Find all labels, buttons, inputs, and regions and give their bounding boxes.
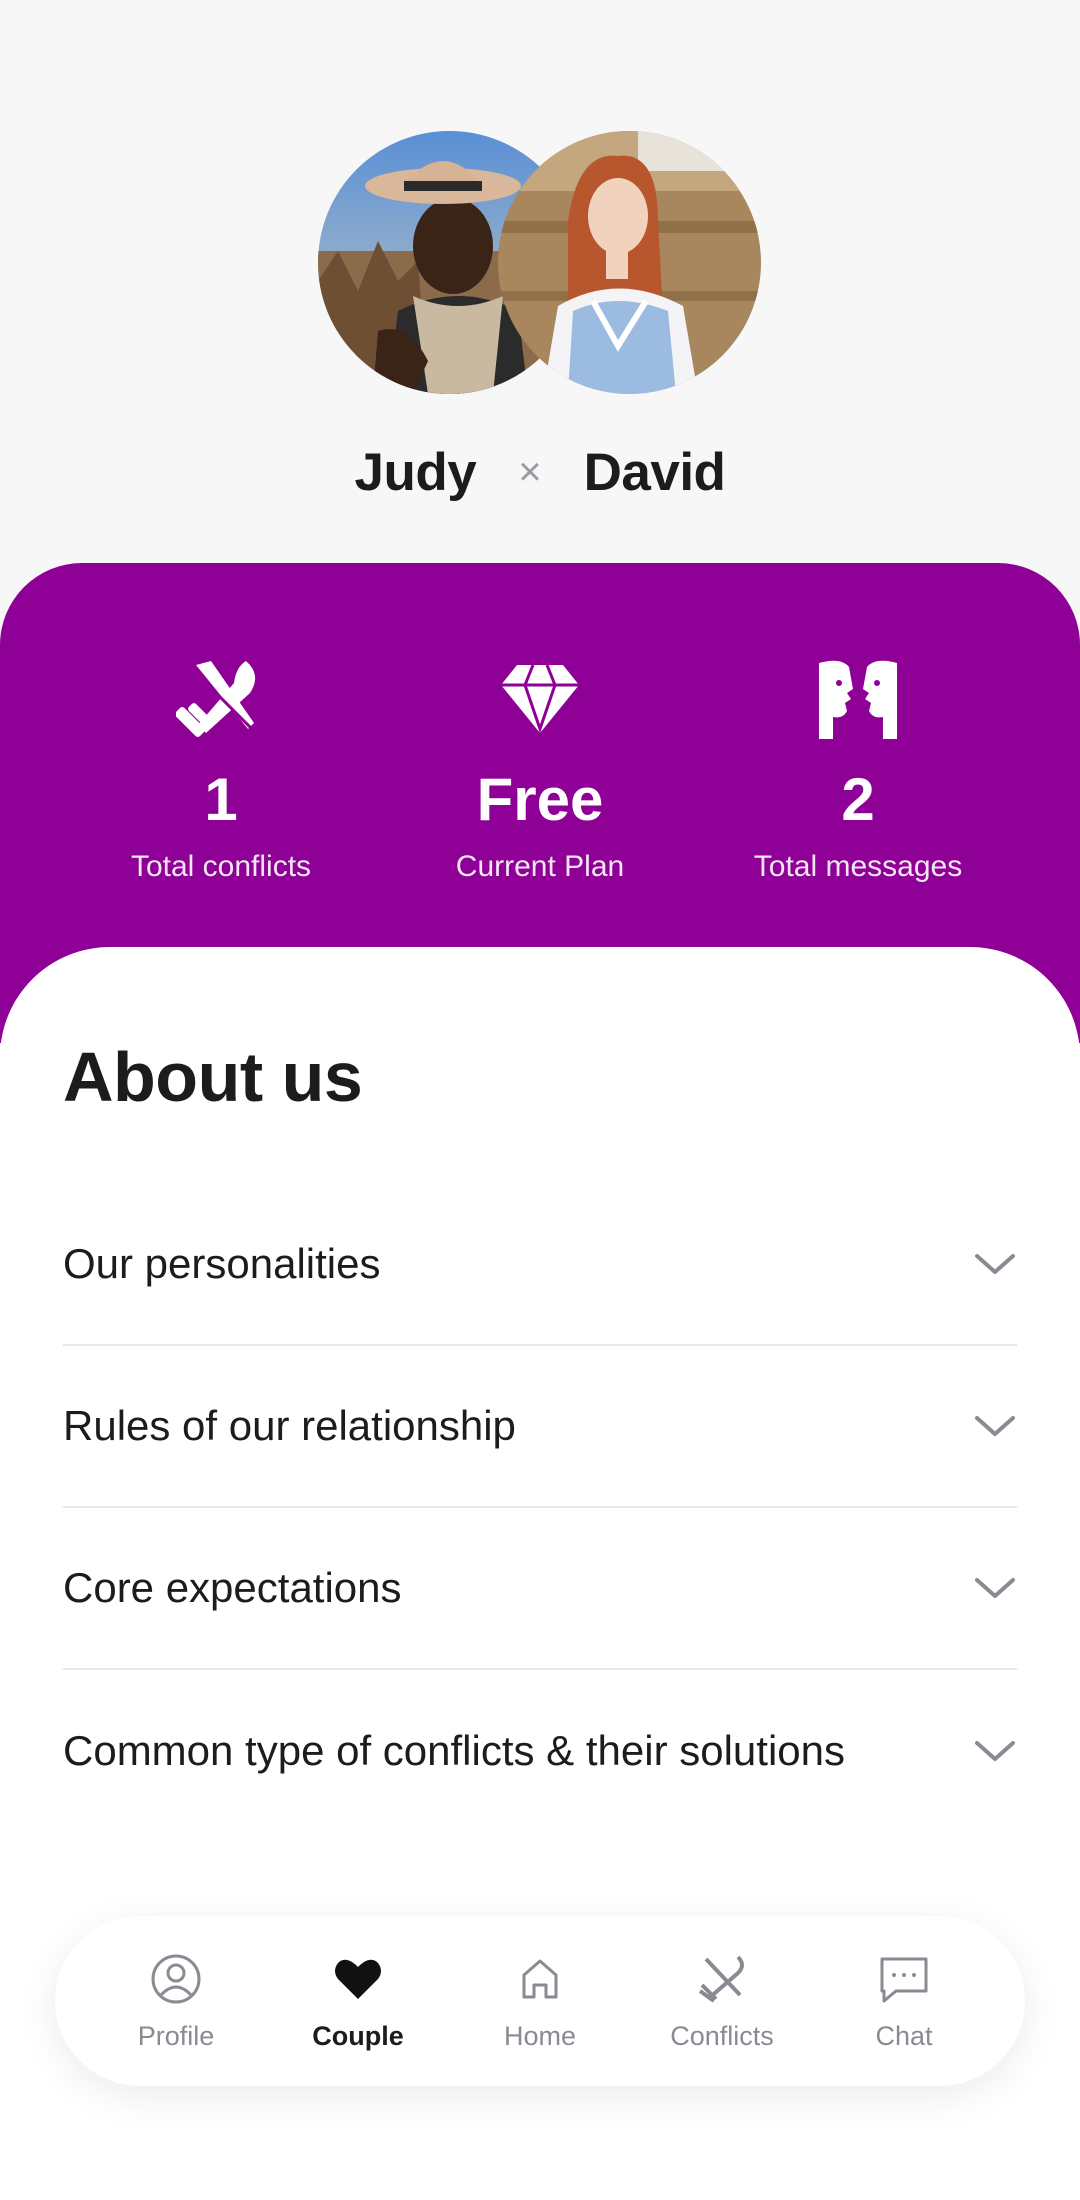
accordion-item-label: Core expectations <box>63 1564 402 1611</box>
couple-screen: Judy × David 1 Total conflicts Free Curr… <box>0 0 1080 2200</box>
stat-label: Total conflicts <box>130 850 312 883</box>
crossed-swords-icon <box>176 661 262 739</box>
diamond-icon <box>501 664 579 734</box>
chevron-down-icon <box>975 1416 1015 1436</box>
stat-value: 2 <box>841 766 875 833</box>
tab-label: Couple <box>312 2020 404 2051</box>
partner-one-name: Judy <box>354 442 477 502</box>
about-accordion: Our personalities Rules of our relations… <box>63 1184 1017 1832</box>
person-circle-icon <box>151 1954 201 2003</box>
tab-label: Profile <box>137 2020 215 2051</box>
partner-two-name: David <box>583 442 726 502</box>
tab-label: Conflicts <box>670 2020 774 2051</box>
stat-label: Total messages <box>753 850 963 883</box>
tab-home[interactable]: Home <box>460 1951 620 2052</box>
couple-names: Judy × David <box>0 432 1080 512</box>
tab-chat[interactable]: Chat <box>824 1951 984 2052</box>
about-title: About us <box>63 1038 363 1116</box>
tab-label: Home <box>503 2020 577 2051</box>
home-icon <box>522 1959 558 1998</box>
accordion-item-rules[interactable]: Rules of our relationship <box>63 1346 1017 1508</box>
chevron-down-icon <box>975 1254 1015 1274</box>
tab-label: Chat <box>875 2020 933 2051</box>
chevron-down-icon <box>975 1741 1015 1761</box>
accordion-item-label: Our personalities <box>63 1240 381 1287</box>
accordion-item-expectations[interactable]: Core expectations <box>63 1508 1017 1670</box>
stat-total-messages[interactable]: 2 Total messages <box>688 653 1028 887</box>
stat-current-plan[interactable]: Free Current Plan <box>370 653 710 887</box>
tab-couple[interactable]: Couple <box>278 1951 438 2052</box>
accordion-item-label: Rules of our relationship <box>63 1402 516 1449</box>
accordion-item-label: Common type of conflicts & their solutio… <box>63 1727 846 1774</box>
avatar-partner-two[interactable] <box>498 131 761 394</box>
accordion-item-personalities[interactable]: Our personalities <box>63 1184 1017 1346</box>
tab-conflicts[interactable]: Conflicts <box>642 1951 802 2052</box>
stat-label: Current Plan <box>455 850 625 883</box>
accordion-item-conflicts[interactable]: Common type of conflicts & their solutio… <box>63 1670 1017 1832</box>
chevron-down-icon <box>975 1578 1015 1598</box>
tab-profile[interactable]: Profile <box>96 1951 256 2052</box>
chat-bubble-icon <box>880 1957 928 2002</box>
crossed-swords-icon <box>698 1955 744 2003</box>
stat-value: 1 <box>204 766 238 833</box>
couple-avatars <box>0 131 1080 396</box>
faces-talking-icon <box>819 660 897 739</box>
avatar-photo-two <box>498 131 761 394</box>
times-separator: × <box>518 449 542 494</box>
stat-total-conflicts[interactable]: 1 Total conflicts <box>51 653 391 887</box>
stat-value: Free <box>476 766 604 833</box>
bottom-tab-bar: Profile Couple Home Conflicts Chat <box>55 1916 1025 2086</box>
heart-icon <box>335 1959 381 1999</box>
